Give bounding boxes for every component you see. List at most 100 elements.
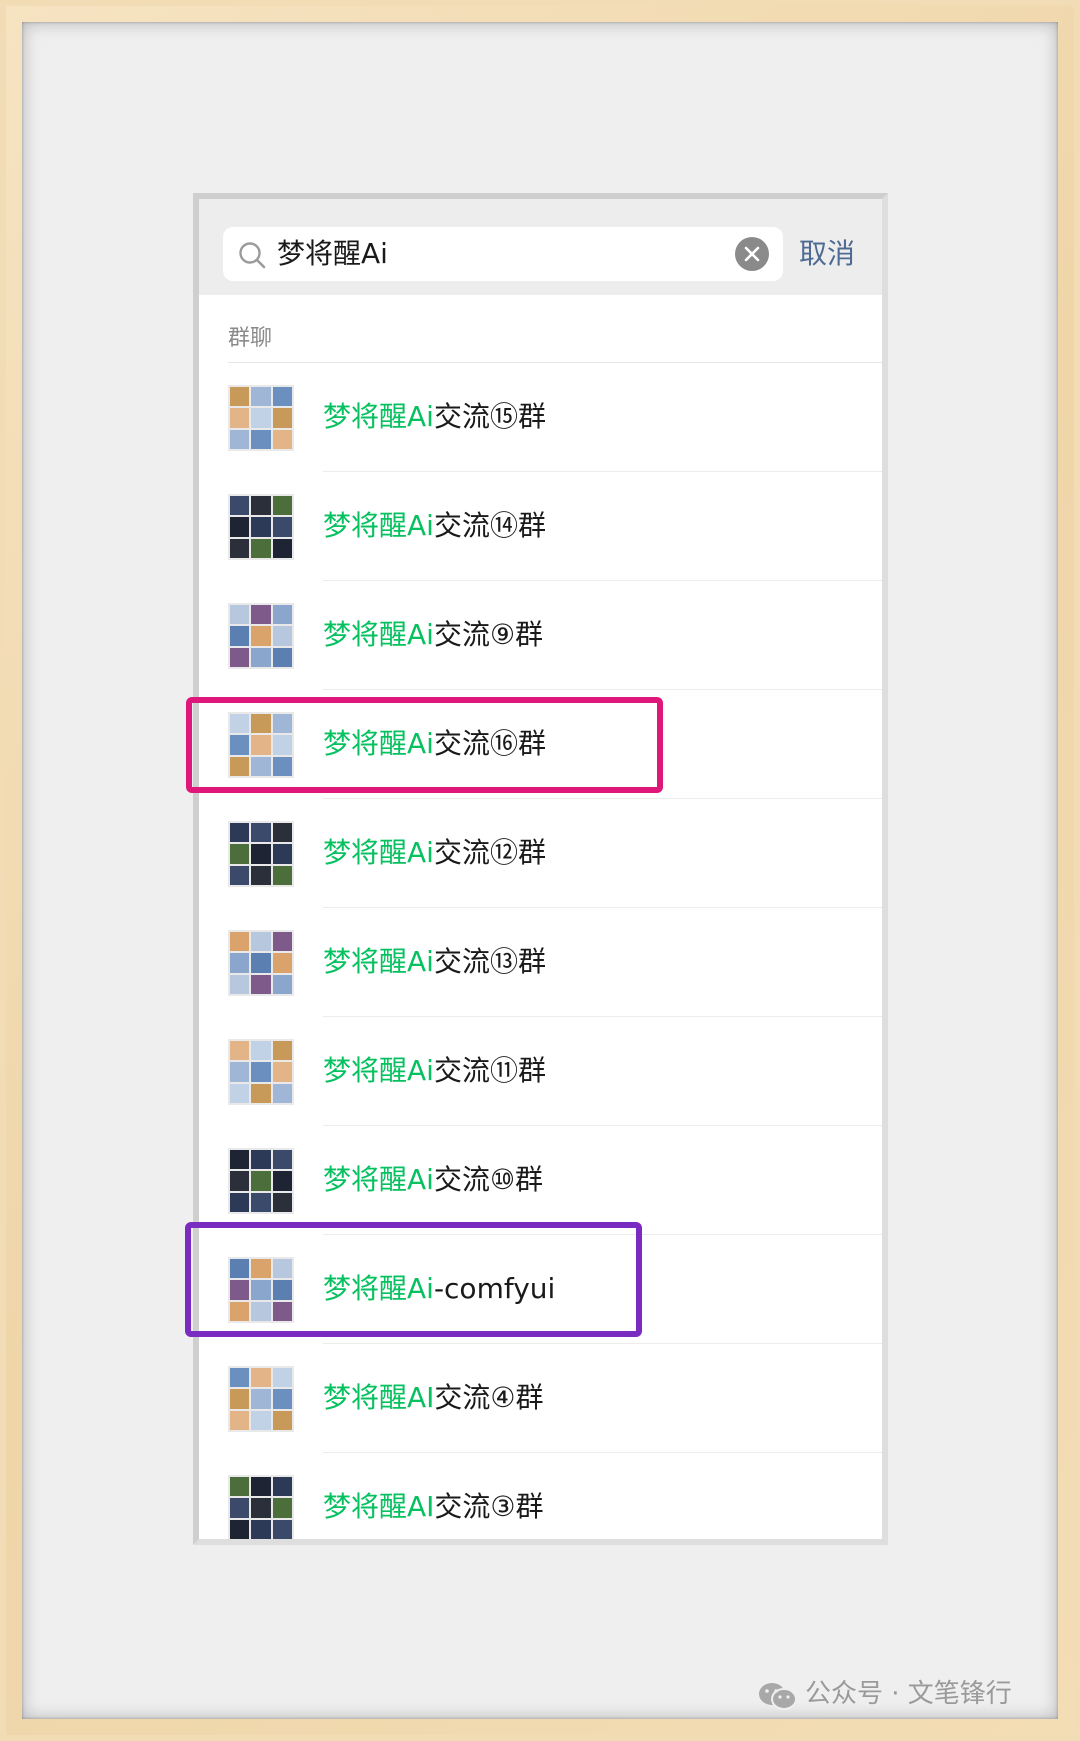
avatar-tile [272, 844, 292, 864]
group-name: 梦将醒Ai交流⑯群 [323, 726, 546, 762]
avatar-tile [272, 1259, 292, 1279]
search-match-text: 梦将醒Ai [323, 1163, 434, 1196]
group-row[interactable]: 梦将醒Ai交流⑭群 [199, 472, 882, 581]
group-name: 梦将醒Ai交流⑪群 [323, 1053, 546, 1089]
search-match-text: 梦将醒Ai [323, 1272, 434, 1305]
avatar-tile [230, 1041, 250, 1061]
avatar-tile [251, 1083, 271, 1103]
avatar-tile [230, 1083, 250, 1103]
avatar-tile [251, 865, 271, 885]
group-name: 梦将醒Ai交流⑮群 [323, 399, 546, 435]
group-name-suffix: 交流⑩群 [433, 1163, 544, 1196]
group-row[interactable]: 梦将醒Ai交流⑪群 [199, 1017, 882, 1126]
group-name-suffix: 交流⑭群 [433, 509, 546, 542]
avatar-tile [272, 626, 292, 646]
group-avatar [228, 603, 294, 669]
avatar-tile [230, 408, 250, 428]
search-bar: 梦将醒Ai 取消 [199, 199, 882, 295]
phone-screen: 梦将醒Ai 取消 群聊 梦将醒Ai交流⑮群 梦将醒Ai交流⑭群 梦将醒Ai交流⑨群梦… [193, 193, 888, 1545]
avatar-tile [251, 429, 271, 449]
group-name-suffix: -comfyui [433, 1272, 556, 1305]
group-avatar [228, 930, 294, 996]
avatar-tile [272, 735, 292, 755]
group-row[interactable]: 梦将醒Ai交流⑨群 [199, 581, 882, 690]
avatar-tile [251, 1062, 271, 1082]
avatar-tile [272, 429, 292, 449]
group-avatar [228, 712, 294, 778]
avatar-tile [251, 496, 271, 516]
group-row[interactable]: 梦将醒Ai交流⑩群 [199, 1126, 882, 1235]
avatar-tile [272, 1062, 292, 1082]
clear-icon[interactable] [735, 237, 769, 271]
cancel-button[interactable]: 取消 [799, 232, 855, 276]
avatar-tile [272, 823, 292, 843]
avatar-tile [251, 626, 271, 646]
group-name: 梦将醒AI交流④群 [323, 1380, 544, 1416]
group-row[interactable]: 梦将醒Ai交流⑮群 [199, 363, 882, 472]
group-row[interactable]: 梦将醒Ai交流⑬群 [199, 908, 882, 1017]
avatar-tile [230, 605, 250, 625]
avatar-tile [230, 823, 250, 843]
avatar-tile [251, 823, 271, 843]
avatar-tile [230, 1389, 250, 1409]
avatar-tile [230, 1368, 250, 1388]
avatar-tile [251, 714, 271, 734]
group-name-suffix: 交流③群 [434, 1490, 544, 1523]
search-match-text: 梦将醒AI [323, 1490, 435, 1523]
avatar-tile [272, 714, 292, 734]
avatar-tile [251, 1259, 271, 1279]
avatar-tile [230, 538, 250, 558]
avatar-tile [251, 1368, 271, 1388]
avatar-tile [272, 1192, 292, 1212]
group-row[interactable]: 梦将醒Ai交流⑯群 [199, 690, 882, 799]
avatar-tile [230, 1150, 250, 1170]
search-match-text: 梦将醒Ai [323, 1054, 434, 1087]
group-row[interactable]: 梦将醒Ai-comfyui [199, 1235, 882, 1344]
avatar-tile [272, 953, 292, 973]
group-row[interactable]: 梦将醒AI交流③群 [199, 1453, 882, 1539]
avatar-tile [272, 517, 292, 537]
avatar-tile [230, 974, 250, 994]
avatar-tile [272, 1498, 292, 1518]
avatar-tile [272, 1280, 292, 1300]
section-label-group-chats: 群聊 [228, 326, 273, 351]
search-input[interactable]: 梦将醒Ai [223, 227, 783, 281]
avatar-tile [272, 865, 292, 885]
avatar-tile [230, 1410, 250, 1430]
avatar-tile [230, 647, 250, 667]
avatar-tile [251, 974, 271, 994]
avatar-tile [272, 1150, 292, 1170]
avatar-tile [230, 844, 250, 864]
search-query: 梦将醒Ai [277, 237, 388, 270]
avatar-tile [272, 647, 292, 667]
group-avatar [228, 1039, 294, 1105]
group-name: 梦将醒Ai交流⑨群 [323, 617, 543, 653]
avatar-tile [272, 1477, 292, 1497]
avatar-tile [230, 429, 250, 449]
group-name-suffix: 交流⑮群 [433, 400, 546, 433]
group-row[interactable]: 梦将醒Ai交流⑫群 [199, 799, 882, 908]
group-avatar [228, 494, 294, 560]
avatar-tile [251, 1301, 271, 1321]
group-name: 梦将醒Ai交流⑭群 [323, 508, 546, 544]
avatar-tile [251, 1171, 271, 1191]
avatar-tile [272, 538, 292, 558]
avatar-tile [251, 1410, 271, 1430]
watermark-text: 公众号 · 文笔锋行 [805, 1679, 1012, 1709]
avatar-tile [230, 714, 250, 734]
group-name: 梦将醒Ai交流⑫群 [323, 835, 546, 871]
avatar-tile [251, 517, 271, 537]
avatar-tile [272, 1389, 292, 1409]
group-name-suffix: 交流⑨群 [433, 618, 544, 651]
avatar-tile [272, 1083, 292, 1103]
avatar-tile [251, 756, 271, 776]
avatar-tile [230, 517, 250, 537]
group-name-suffix: 交流⑪群 [433, 1054, 546, 1087]
avatar-tile [272, 387, 292, 407]
avatar-tile [251, 1498, 271, 1518]
avatar-tile [251, 1389, 271, 1409]
group-name-suffix: 交流⑫群 [433, 836, 546, 869]
avatar-tile [272, 408, 292, 428]
avatar-tile [230, 1301, 250, 1321]
group-row[interactable]: 梦将醒AI交流④群 [199, 1344, 882, 1453]
